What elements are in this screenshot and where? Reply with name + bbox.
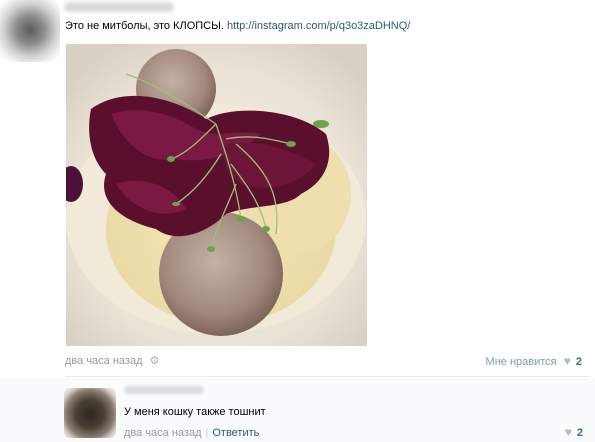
post-meta: два часа назад ⚙ [65, 354, 159, 367]
like-label: Мне нравится [485, 356, 557, 368]
divider [65, 376, 589, 377]
commenter-name-blurred [124, 386, 204, 394]
post-text-body: Это не митболы, это КЛОПСЫ. [65, 20, 224, 32]
commenter-avatar[interactable] [64, 388, 116, 438]
like-count: 2 [575, 356, 582, 368]
post-text: Это не митболы, это КЛОПСЫ. http://insta… [65, 20, 410, 32]
comment-like-button[interactable]: ♥ 2 [565, 425, 583, 439]
reply-button[interactable]: Ответить [212, 427, 259, 439]
heart-icon: ♥ [563, 354, 571, 368]
post-like-button[interactable]: Мне нравится ♥ 2 [486, 354, 582, 368]
comment-time[interactable]: два часа назад [124, 427, 201, 439]
comment-like-count: 2 [576, 427, 583, 439]
post-time[interactable]: два часа назад [65, 355, 142, 367]
gear-icon[interactable]: ⚙ [150, 355, 160, 367]
author-name-blurred [64, 2, 174, 12]
author-avatar[interactable] [0, 0, 60, 62]
heart-icon: ♥ [564, 425, 572, 439]
comment-text: У меня кошку также тошнит [124, 406, 266, 418]
photo-meatballs-with-beet [66, 44, 367, 346]
comment-meta: два часа назад | Ответить [124, 427, 259, 439]
post-photo[interactable] [66, 44, 367, 346]
post-link[interactable]: http://instagram.com/p/q3o3zaDHNQ/ [227, 20, 410, 32]
separator: | [205, 427, 209, 439]
